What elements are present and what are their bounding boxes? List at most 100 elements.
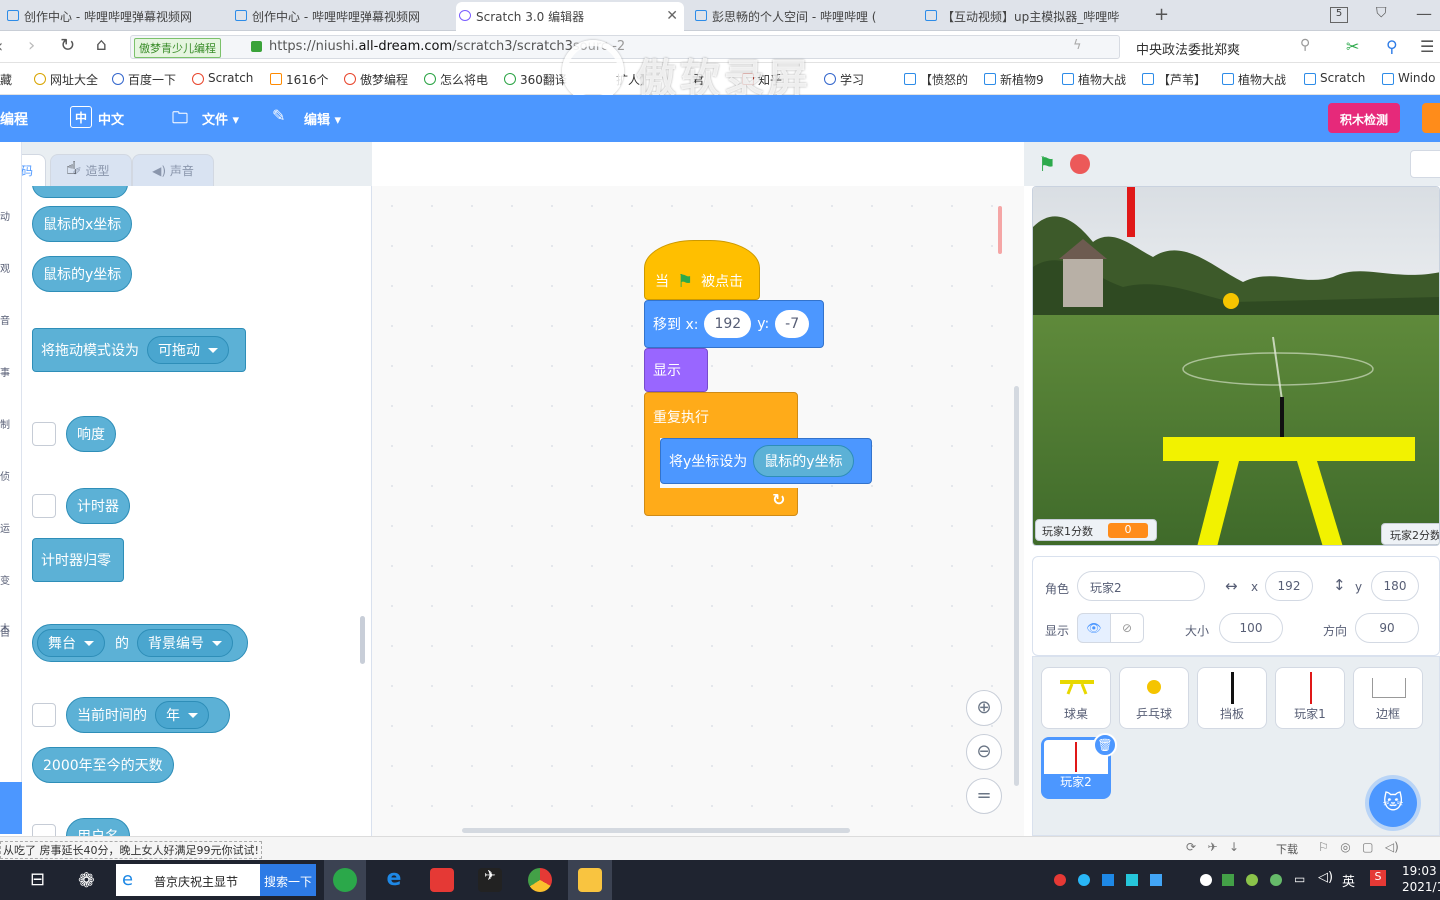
backdrop-dropdown[interactable]: 背景编号 bbox=[137, 629, 233, 657]
browser-tab-active[interactable]: Scratch 3.0 编辑器 ✕ bbox=[456, 2, 684, 31]
sprite-name-input[interactable]: 玩家2 bbox=[1077, 571, 1205, 601]
days-since-2000-block[interactable]: 2000年至今的天数 bbox=[32, 747, 174, 783]
stop-button[interactable] bbox=[1070, 154, 1090, 174]
username-block[interactable]: 用户名 bbox=[66, 818, 130, 836]
zoom-in-icon[interactable]: ⊕ bbox=[966, 690, 1002, 726]
delete-sprite-icon[interactable]: 🗑 bbox=[1093, 733, 1117, 757]
bookmark-item[interactable]: 傲梦编程 bbox=[344, 71, 408, 88]
taskbar-search-box[interactable]: e 普京庆祝主显节 bbox=[116, 864, 260, 896]
timer-checkbox[interactable] bbox=[32, 494, 56, 518]
shirt-icon[interactable]: ⛉ bbox=[1376, 5, 1387, 21]
logo[interactable]: 编程 bbox=[0, 109, 28, 129]
stage-canvas[interactable]: 玩家1分数 0 玩家2分数 bbox=[1032, 186, 1440, 546]
bookmark-item[interactable]: 植物大战 bbox=[1062, 71, 1126, 88]
new-tab-icon[interactable]: + bbox=[1154, 4, 1169, 25]
taskbar-search-button[interactable]: 搜索一下 bbox=[260, 864, 316, 896]
bookmark-item[interactable]: 植物大战 bbox=[1222, 71, 1286, 88]
goto-y-input[interactable]: -7 bbox=[775, 310, 810, 338]
sprite-tile[interactable]: 边框 bbox=[1353, 667, 1423, 729]
category-myblocks[interactable]: 积木 bbox=[0, 620, 10, 635]
green-flag-button[interactable]: ⚑ bbox=[1038, 152, 1056, 176]
show-visible-button[interactable]: 👁 bbox=[1077, 613, 1111, 643]
bookmark-item[interactable]: 360翻译 bbox=[504, 71, 567, 88]
minimize-icon[interactable]: — bbox=[1416, 4, 1432, 23]
language-menu[interactable]: 中文 bbox=[98, 109, 124, 128]
sprite-tile[interactable]: 挡板 bbox=[1197, 667, 1267, 729]
zoom-reset-button[interactable]: = bbox=[966, 778, 1002, 814]
bookmark-item[interactable]: 藏 bbox=[0, 71, 12, 88]
browser-tab[interactable]: 【互动视频】up主模拟器_哔哩哔 bbox=[922, 2, 1142, 31]
sprite-tile[interactable]: 玩家1 bbox=[1275, 667, 1345, 729]
sprite-tile[interactable]: 球桌 bbox=[1041, 667, 1111, 729]
bookmark-item[interactable]: 学习 bbox=[824, 71, 864, 88]
zoom-out-icon[interactable]: ⊖ bbox=[966, 734, 1002, 770]
size-input[interactable]: 100 bbox=[1219, 613, 1283, 643]
when-flag-clicked-block[interactable]: 当 ⚑ 被点击 bbox=[644, 240, 760, 300]
lightning-icon[interactable]: ϟ bbox=[1073, 38, 1082, 53]
close-tab-icon[interactable]: ✕ bbox=[666, 8, 678, 24]
scissors-icon[interactable]: ✂ bbox=[1346, 37, 1359, 56]
category-looks[interactable]: 观 bbox=[0, 244, 10, 296]
mouse-y-block[interactable]: 鼠标的y坐标 bbox=[32, 256, 133, 292]
file-menu[interactable]: 文件 ▾ bbox=[202, 109, 239, 128]
bookmark-item[interactable]: 1616个 bbox=[270, 71, 329, 88]
category-operators[interactable]: 运 bbox=[0, 504, 10, 556]
bookmark-item[interactable]: Scratch bbox=[1304, 71, 1365, 85]
bookmark-item[interactable]: 新植物9 bbox=[984, 71, 1044, 88]
bird-app-icon[interactable]: ✈ bbox=[478, 868, 502, 892]
workspace-scrollbar[interactable] bbox=[1014, 386, 1019, 786]
stage-dropdown[interactable]: 舞台 bbox=[37, 629, 105, 657]
volume-icon[interactable]: ◁) bbox=[1318, 870, 1333, 885]
horizontal-scrollbar[interactable] bbox=[462, 828, 850, 833]
find-icon[interactable]: ⚲ bbox=[1386, 37, 1398, 56]
reset-timer-block[interactable]: 计时器归零 bbox=[32, 538, 124, 582]
menu-icon[interactable]: ☰ bbox=[1420, 37, 1434, 56]
category-motion[interactable]: 动 bbox=[0, 192, 10, 244]
category-events[interactable]: 事 bbox=[0, 348, 10, 400]
set-y-reporter[interactable]: 鼠标的y坐标 bbox=[753, 445, 854, 477]
back-icon[interactable]: ‹ bbox=[0, 36, 3, 57]
timer-block[interactable]: 计时器 bbox=[66, 488, 130, 524]
category-sound[interactable]: 音 bbox=[0, 296, 10, 348]
browser-tab[interactable]: 创作中心 - 哔哩哔哩弹幕视频网 bbox=[4, 2, 224, 31]
bookmark-item[interactable]: 网址大全 bbox=[34, 71, 98, 88]
extra-button[interactable] bbox=[1422, 103, 1440, 133]
hide-button[interactable]: ⊘ bbox=[1110, 613, 1144, 643]
current-time-checkbox[interactable] bbox=[32, 703, 56, 727]
edit-menu[interactable]: 编辑 ▾ bbox=[304, 109, 341, 128]
search-box-text[interactable]: 中央政法委批郑爽 bbox=[1136, 39, 1240, 58]
status-tools-icons[interactable]: ⚐ ◎ ▢ ◁) bbox=[1318, 840, 1399, 854]
vertical-scrollbar[interactable] bbox=[998, 206, 1002, 254]
status-icons[interactable]: ⟳ ✈ ↓ bbox=[1186, 840, 1239, 854]
browser-tab[interactable]: 彭思畅的个人空间 - 哔哩哔哩 ( bbox=[692, 2, 912, 31]
bookmark-item[interactable]: 怎么将电 bbox=[424, 71, 488, 88]
set-drag-mode-block[interactable]: 将拖动模式设为 可拖动 bbox=[32, 328, 246, 372]
search-icon[interactable]: ⚲ bbox=[1300, 37, 1310, 53]
status-ad-text[interactable]: 从吃了 房事延长40分，晚上女人好满足99元你试试! bbox=[0, 841, 262, 859]
add-sprite-button[interactable]: 🐱 bbox=[1369, 779, 1417, 827]
app-swirl-icon[interactable]: ❁ bbox=[78, 868, 95, 892]
bookmark-item[interactable]: 百度一下 bbox=[112, 71, 176, 88]
sprite-tile[interactable]: 乒乓球 bbox=[1119, 667, 1189, 729]
sensing-reporter-block[interactable] bbox=[32, 186, 128, 198]
loudness-block[interactable]: 响度 bbox=[66, 416, 116, 452]
stage-of-block[interactable]: 舞台 的 背景编号 bbox=[32, 624, 248, 662]
bookmark-item[interactable]: 【愤怒的 bbox=[904, 71, 968, 88]
taskbar-app-active[interactable] bbox=[324, 860, 366, 900]
set-y-block[interactable]: 将y坐标设为 鼠标的y坐标 bbox=[660, 438, 872, 484]
drag-mode-dropdown[interactable]: 可拖动 bbox=[147, 336, 229, 364]
current-time-dropdown[interactable]: 年 bbox=[155, 701, 209, 729]
stage-layout-button[interactable] bbox=[1410, 150, 1440, 178]
download-link[interactable]: 下载 bbox=[1276, 841, 1298, 857]
loudness-checkbox[interactable] bbox=[32, 422, 56, 446]
username-checkbox[interactable] bbox=[32, 824, 56, 836]
home-icon[interactable]: ⌂ bbox=[96, 35, 107, 55]
forward-icon[interactable]: › bbox=[28, 35, 35, 56]
current-time-block[interactable]: 当前时间的 年 bbox=[66, 697, 230, 733]
category-control[interactable]: 制 bbox=[0, 400, 10, 452]
show-block[interactable]: 显示 bbox=[644, 348, 708, 392]
go-to-xy-block[interactable]: 移到 x: 192 y: -7 bbox=[644, 300, 824, 348]
direction-input[interactable]: 90 bbox=[1355, 613, 1419, 643]
chrome-icon[interactable] bbox=[528, 868, 552, 892]
url-field[interactable]: 傲梦青少儿编程 https://niushi.all-dream.com/scr… bbox=[130, 35, 1120, 59]
